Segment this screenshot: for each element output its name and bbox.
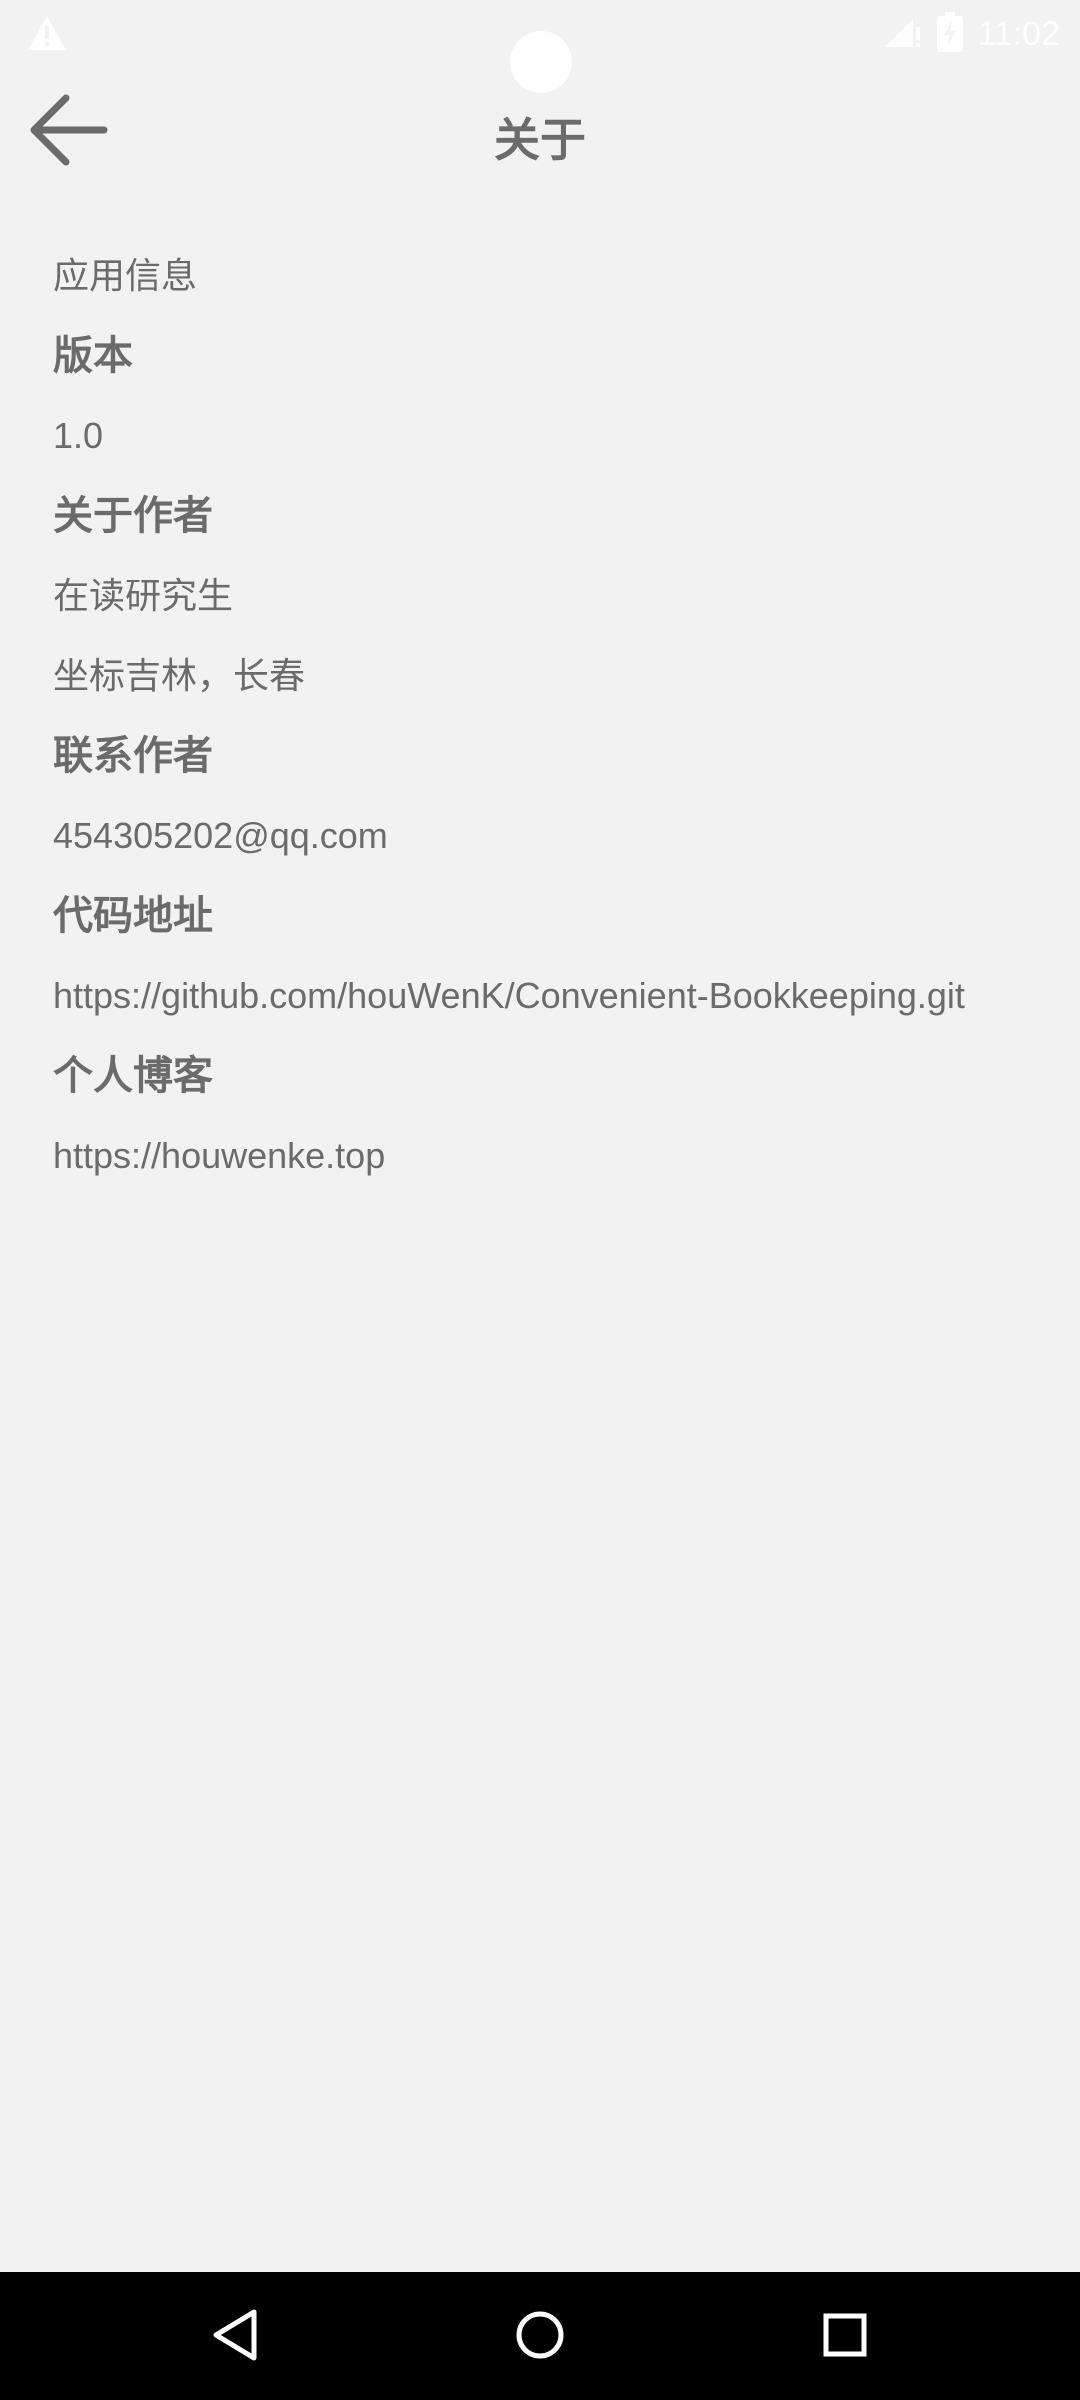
signal-icon [883, 15, 923, 54]
app-bar: 关于 [0, 68, 1080, 198]
status-indicators: 11:02 [883, 10, 1060, 58]
code-heading: 代码地址 [53, 894, 213, 938]
home-circle-icon [515, 2310, 565, 2365]
alert-icon [26, 14, 68, 52]
recents-square-icon [823, 2313, 867, 2362]
nav-home-button[interactable] [505, 2302, 575, 2372]
nav-recents-button[interactable] [810, 2302, 880, 2372]
app-info-label: 应用信息 [53, 255, 198, 296]
page-title: 关于 [494, 114, 586, 166]
contact-email[interactable]: 454305202@qq.com [53, 806, 1053, 886]
version-heading: 版本 [53, 334, 133, 378]
author-description: 在读研究生 [53, 575, 234, 616]
status-bar: 11:02 [0, 0, 1080, 93]
blog-url-link[interactable]: https://houwenke.top [53, 1126, 1053, 1206]
code-url-link[interactable]: https://github.com/houWenK/Convenient-Bo… [53, 966, 1053, 1046]
back-triangle-icon [210, 2308, 260, 2367]
author-heading: 关于作者 [53, 494, 213, 538]
battery-icon [937, 11, 964, 57]
contact-heading: 联系作者 [53, 734, 213, 778]
about-screen: 11:02 关于 应用信息 版本 1.0 关于作者 在读研究生 坐标吉林，长春 … [0, 0, 1080, 2400]
nav-back-button[interactable] [200, 2302, 270, 2372]
blog-heading: 个人博客 [53, 1054, 213, 1098]
author-location: 坐标吉林，长春 [53, 655, 306, 696]
version-value: 1.0 [53, 415, 104, 456]
system-nav-bar [0, 2272, 1080, 2400]
about-content: 应用信息 版本 1.0 关于作者 在读研究生 坐标吉林，长春 联系作者 4543… [53, 246, 1053, 1206]
status-time: 11:02 [977, 14, 1060, 53]
